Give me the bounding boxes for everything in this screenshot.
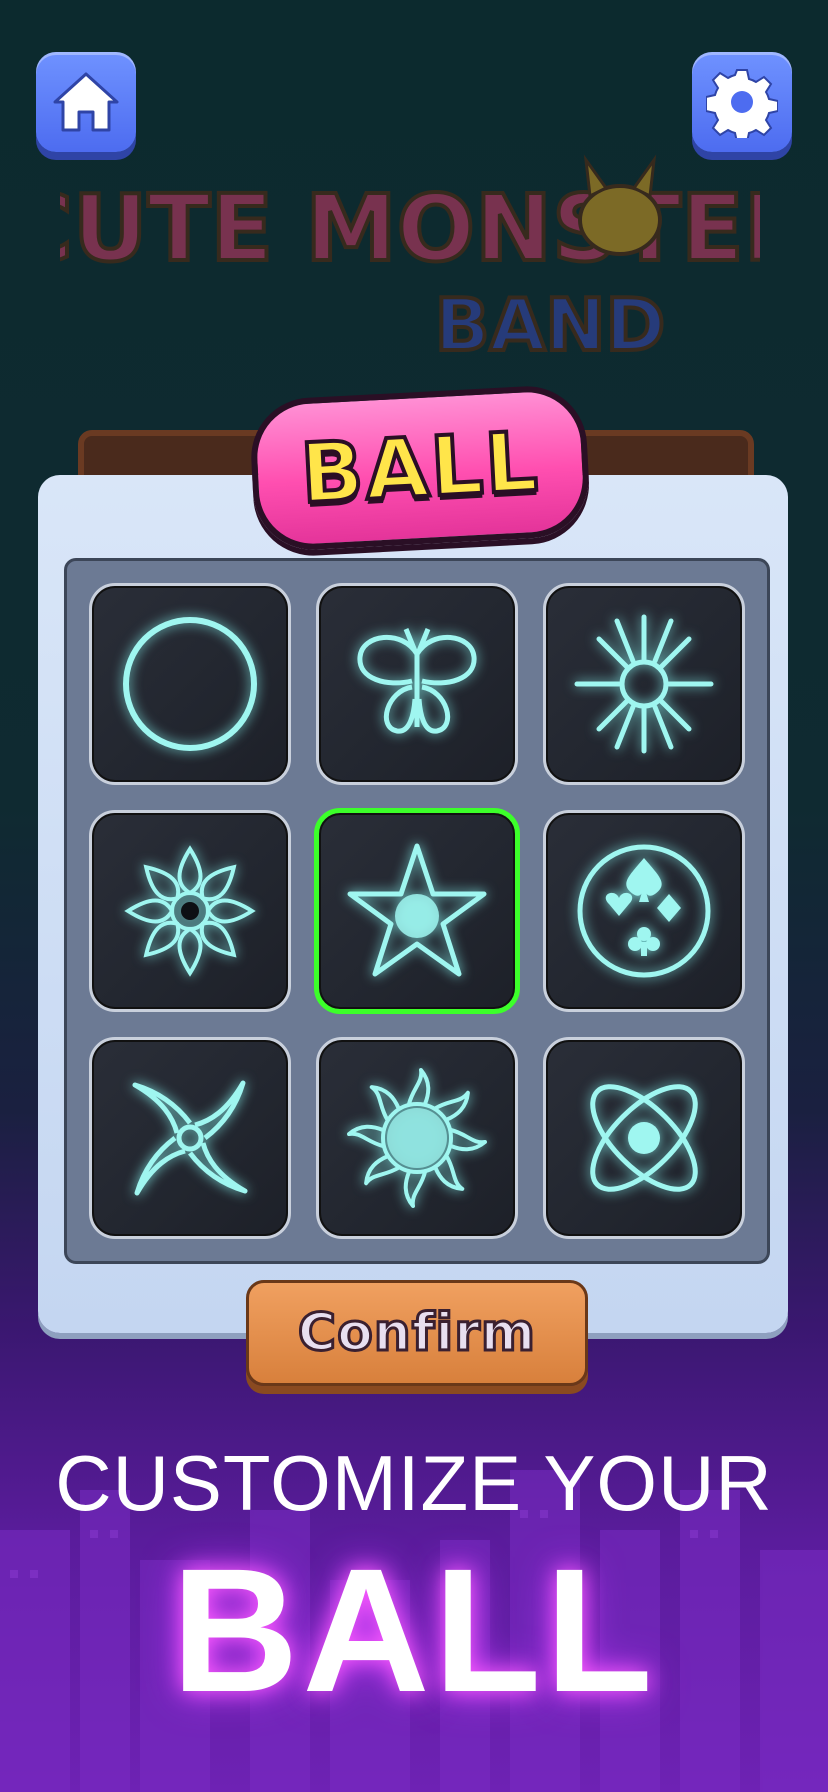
flame-sun-ball-icon: [347, 1068, 487, 1208]
flower-ball-icon: [124, 845, 256, 977]
ball-option-shuriken[interactable]: [89, 1037, 291, 1239]
ball-option-card-suits[interactable]: [543, 810, 745, 1012]
confirm-label: Confirm: [296, 1302, 537, 1365]
ball-option-circle[interactable]: [89, 583, 291, 785]
settings-button[interactable]: [692, 52, 792, 152]
promo-line1: CUSTOMIZE YOUR: [55, 1439, 773, 1527]
atom-ball-icon: [590, 1084, 698, 1192]
confirm-button[interactable]: Confirm: [246, 1280, 588, 1386]
panel-title: BALL: [296, 412, 543, 523]
gear-icon: [706, 69, 778, 138]
card-suits-ball-icon: [577, 844, 711, 978]
panel-title-badge: BALL: [248, 383, 592, 553]
ball-option-butterfly[interactable]: [316, 583, 518, 785]
home-button[interactable]: [36, 52, 136, 152]
ball-grid: [64, 558, 770, 1264]
promo-line2: BALL: [171, 1533, 657, 1729]
logo-line2: BAND: [435, 283, 666, 367]
ball-option-star[interactable]: [314, 808, 520, 1014]
game-logo: CUTE MONSTER BAND: [3, 150, 817, 380]
ball-option-sun-rays[interactable]: [543, 583, 745, 785]
home-icon: [53, 72, 119, 132]
star-ball-icon: [347, 843, 487, 977]
butterfly-ball-icon: [357, 628, 477, 734]
shuriken-ball-icon: [132, 1080, 248, 1196]
ball-option-flame-sun[interactable]: [316, 1037, 518, 1239]
sun-rays-ball-icon: [574, 614, 714, 754]
circle-ball-icon: [123, 617, 257, 751]
ball-option-flower[interactable]: [89, 810, 291, 1012]
ball-option-atom[interactable]: [543, 1037, 745, 1239]
